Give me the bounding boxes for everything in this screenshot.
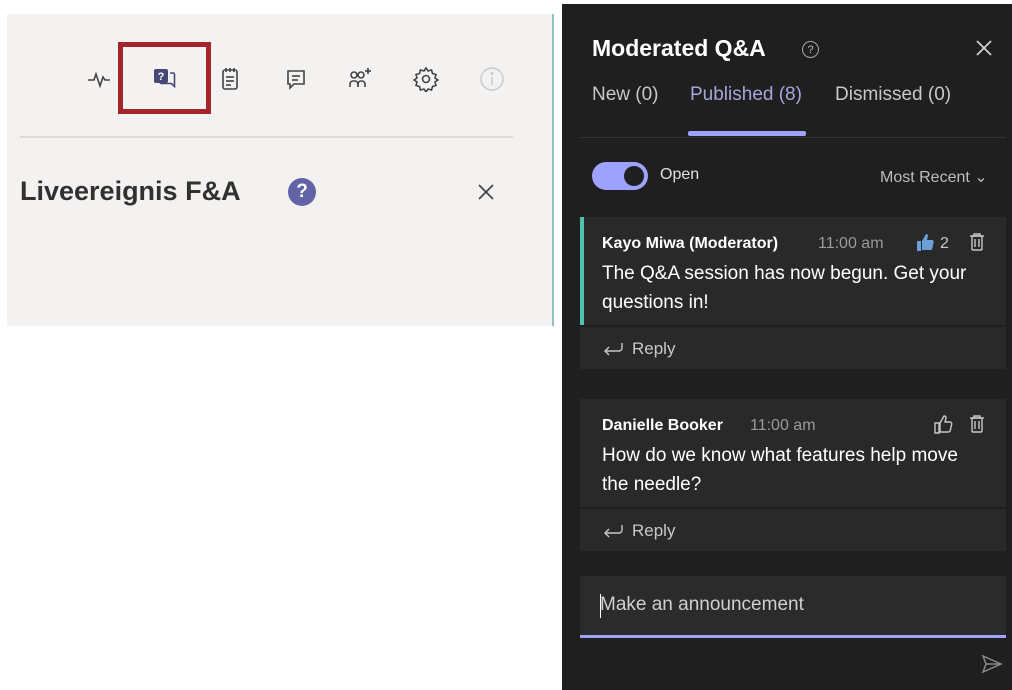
send-icon[interactable] bbox=[980, 652, 1004, 676]
tabs-divider bbox=[580, 137, 1006, 138]
help-icon[interactable]: ? bbox=[802, 41, 819, 58]
reply-icon bbox=[604, 525, 623, 538]
reply-icon bbox=[604, 343, 623, 356]
moderated-qa-panel: Moderated Q&A ? New (0) Published (8) Di… bbox=[562, 4, 1012, 690]
message-text: How do we know what features help move t… bbox=[602, 445, 958, 495]
sort-label: Most Recent bbox=[880, 169, 970, 186]
close-icon[interactable] bbox=[474, 180, 498, 204]
help-icon[interactable]: ? bbox=[288, 178, 316, 206]
card-divider bbox=[580, 507, 1006, 509]
reply-label: Reply bbox=[632, 521, 676, 540]
tab-new[interactable]: New (0) bbox=[592, 84, 659, 106]
live-event-panel bbox=[7, 14, 553, 326]
delete-icon[interactable] bbox=[966, 413, 988, 435]
sort-dropdown[interactable]: Most Recent ⌄ bbox=[880, 167, 988, 187]
close-icon[interactable] bbox=[974, 38, 994, 58]
toolbar-divider bbox=[20, 136, 513, 138]
card-divider bbox=[580, 325, 1006, 327]
message-text: The Q&A session has now begun. Get your … bbox=[602, 263, 967, 313]
notes-icon[interactable] bbox=[215, 64, 245, 94]
chat-icon[interactable] bbox=[281, 64, 311, 94]
qa-title: Moderated Q&A bbox=[592, 35, 766, 61]
message-card: Danielle Booker 11:00 am How do we know … bbox=[580, 399, 1006, 551]
toggle-knob bbox=[624, 166, 644, 186]
reply-button[interactable]: Reply bbox=[602, 339, 675, 359]
reply-button[interactable]: Reply bbox=[602, 521, 675, 541]
message-time: 11:00 am bbox=[750, 417, 816, 434]
delete-icon[interactable] bbox=[966, 231, 988, 253]
message-author: Kayo Miwa (Moderator) bbox=[602, 235, 779, 252]
panel-title: Liveereignis F&A bbox=[20, 176, 241, 206]
tab-dismissed[interactable]: Dismissed (0) bbox=[835, 84, 951, 106]
message-author: Danielle Booker bbox=[602, 417, 723, 434]
info-icon[interactable] bbox=[477, 64, 507, 94]
moderator-accent bbox=[580, 217, 584, 325]
active-tab-indicator bbox=[688, 131, 806, 136]
open-toggle[interactable] bbox=[592, 162, 648, 190]
chevron-down-icon: ⌄ bbox=[974, 169, 988, 186]
attendees-icon[interactable] bbox=[345, 64, 375, 94]
panel-edge bbox=[552, 14, 554, 326]
like-icon[interactable] bbox=[932, 413, 954, 435]
text-caret bbox=[600, 594, 601, 618]
message-time: 11:00 am bbox=[818, 235, 884, 252]
pulse-icon[interactable] bbox=[84, 64, 114, 94]
announcement-input[interactable] bbox=[600, 594, 980, 616]
like-icon[interactable] bbox=[914, 231, 936, 253]
tab-published[interactable]: Published (8) bbox=[690, 84, 802, 106]
message-card: Kayo Miwa (Moderator) 11:00 am 2 The Q&A… bbox=[580, 217, 1006, 369]
like-count: 2 bbox=[940, 235, 949, 252]
announcement-box[interactable] bbox=[580, 576, 1006, 638]
toggle-label: Open bbox=[660, 166, 700, 183]
settings-icon[interactable] bbox=[411, 64, 441, 94]
qa-icon-highlight bbox=[118, 42, 211, 114]
reply-label: Reply bbox=[632, 339, 676, 358]
